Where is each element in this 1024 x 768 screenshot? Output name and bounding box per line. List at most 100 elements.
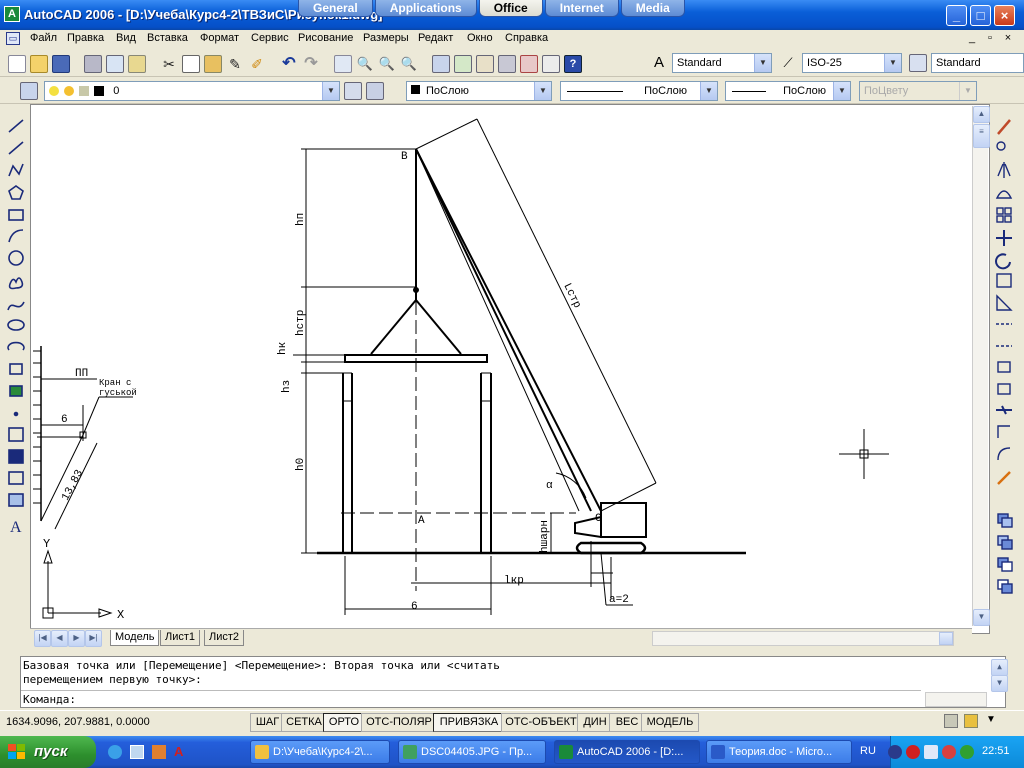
- make-layer-current-icon[interactable]: [344, 82, 362, 100]
- ellipse-icon[interactable]: [7, 319, 25, 331]
- save-icon[interactable]: [52, 55, 70, 73]
- toolbar-lock-icon[interactable]: [964, 714, 978, 728]
- chevron-down-icon[interactable]: ▼: [534, 82, 551, 100]
- grid-toggle[interactable]: СЕТКА: [281, 713, 327, 732]
- zoom-previous-icon[interactable]: 🔍: [400, 55, 418, 73]
- sheet-set-icon[interactable]: [498, 55, 516, 73]
- chamfer-icon[interactable]: [997, 425, 1010, 438]
- app-quicklaunch-icon[interactable]: [152, 745, 166, 759]
- crane-drawing[interactable]: B A C α hп hстр hк hз h0 hшарн Lстр lкр …: [31, 105, 973, 629]
- line-tool-icon[interactable]: [8, 119, 24, 133]
- new-file-icon[interactable]: [8, 55, 26, 73]
- minimize-button[interactable]: _: [946, 5, 967, 26]
- document-icon[interactable]: ▭: [6, 32, 20, 45]
- design-center-icon[interactable]: [454, 55, 472, 73]
- polar-toggle[interactable]: ОТС-ПОЛЯР: [361, 713, 437, 732]
- desktop-quicklaunch-icon[interactable]: [130, 745, 144, 759]
- tool-palettes-icon[interactable]: [476, 55, 494, 73]
- rectangle-icon[interactable]: [8, 209, 24, 221]
- tray-arrow-icon[interactable]: [888, 745, 902, 759]
- rotate-icon[interactable]: [995, 253, 1011, 270]
- array-icon[interactable]: [1004, 215, 1012, 223]
- cmd-scroll-down-button[interactable]: ▼: [991, 675, 1008, 692]
- layer-select[interactable]: 0 ▼: [44, 81, 340, 101]
- match-properties-icon[interactable]: ✎: [226, 55, 244, 73]
- linetype-select[interactable]: ПоСлою ▼: [560, 81, 718, 101]
- chevron-down-icon[interactable]: ▼: [884, 54, 901, 72]
- zoom-window-icon[interactable]: 🔍: [378, 55, 396, 73]
- antivirus-icon[interactable]: [942, 745, 956, 759]
- tab-model[interactable]: Модель: [110, 630, 160, 646]
- tab-layout2[interactable]: Лист2: [204, 630, 245, 646]
- send-under-icon[interactable]: [1001, 583, 1013, 594]
- horizontal-scrollbar[interactable]: [652, 631, 954, 646]
- snap-toggle[interactable]: ШАГ: [250, 713, 285, 732]
- publish-icon[interactable]: [128, 55, 146, 73]
- draw-order-front-icon[interactable]: [1001, 517, 1013, 528]
- doc-minimize-button[interactable]: _: [964, 31, 980, 45]
- insert-block-icon[interactable]: [9, 363, 23, 375]
- dyn-toggle[interactable]: ДИН: [577, 713, 613, 732]
- spline-icon[interactable]: [7, 301, 25, 311]
- hscroll-thumb[interactable]: [939, 632, 953, 645]
- region-icon[interactable]: [8, 471, 24, 485]
- ribbon-tab-applications[interactable]: Applications: [374, 0, 477, 17]
- table-style-icon[interactable]: [909, 54, 927, 72]
- arc-icon[interactable]: [8, 229, 24, 243]
- pan-icon[interactable]: [334, 55, 352, 73]
- coordinates-readout[interactable]: 1634.9096, 207.9881, 0.0000: [6, 714, 246, 730]
- table-icon[interactable]: [8, 493, 24, 507]
- offset-icon[interactable]: [995, 190, 1013, 199]
- menu-tools[interactable]: Сервис: [251, 32, 289, 44]
- menu-insert[interactable]: Вставка: [147, 32, 188, 44]
- cmd-scroll-up-button[interactable]: ▲: [991, 659, 1008, 676]
- mirror-icon[interactable]: [997, 162, 1011, 178]
- redo-icon[interactable]: ↷: [302, 55, 320, 73]
- break-at-point-icon[interactable]: [997, 361, 1011, 373]
- ribbon-tab-general[interactable]: General: [298, 0, 373, 17]
- lineweight-select[interactable]: ПоСлою ▼: [725, 81, 851, 101]
- network-icon[interactable]: [924, 745, 938, 759]
- task-explorer[interactable]: D:\Учеба\Курс4-2\...: [250, 740, 390, 764]
- scale-icon[interactable]: [996, 273, 1012, 288]
- erase-icon[interactable]: [997, 119, 1011, 135]
- move-icon[interactable]: [996, 230, 1012, 246]
- scroll-down-button[interactable]: ▼: [973, 609, 990, 626]
- vertical-scrollbar[interactable]: ▲ ≡ ▼: [972, 106, 990, 626]
- menu-file[interactable]: Файл: [30, 32, 57, 44]
- make-block-icon[interactable]: [9, 385, 23, 397]
- plot-preview-icon[interactable]: [106, 55, 124, 73]
- break-icon[interactable]: [997, 383, 1011, 395]
- command-window[interactable]: Базовая точка или [Перемещение] <Перемещ…: [20, 656, 1008, 708]
- revision-cloud-icon[interactable]: [8, 277, 24, 290]
- block-editor-icon[interactable]: ✐: [248, 55, 266, 73]
- task-image-viewer[interactable]: DSC04405.JPG - Пр...: [398, 740, 546, 764]
- dimension-style-icon[interactable]: ⟋: [779, 54, 797, 72]
- circle-icon[interactable]: [8, 250, 24, 266]
- ribbon-tab-media[interactable]: Media: [620, 0, 685, 17]
- cmd-hscrollbar[interactable]: [925, 692, 987, 707]
- scroll-up-button[interactable]: ▲: [973, 106, 990, 123]
- copy-object-icon[interactable]: [996, 141, 1006, 151]
- ie-quicklaunch-icon[interactable]: [108, 745, 122, 759]
- first-tab-button[interactable]: |◀: [34, 630, 51, 647]
- osnap-toggle[interactable]: ПРИВЯЗКА: [433, 713, 505, 732]
- tab-layout1[interactable]: Лист1: [160, 630, 201, 646]
- markup-icon[interactable]: [520, 55, 538, 73]
- drawing-canvas[interactable]: B A C α hп hстр hк hз h0 hшарн Lстр lкр …: [30, 104, 990, 634]
- menu-window[interactable]: Окно: [467, 32, 493, 44]
- menu-view[interactable]: Вид: [116, 32, 136, 44]
- color-select[interactable]: ПоСлою ▼: [406, 81, 552, 101]
- scroll-thumb[interactable]: ≡: [973, 124, 990, 148]
- stretch-icon[interactable]: [996, 294, 1013, 311]
- status-menu-chevron-icon[interactable]: ▼: [986, 714, 996, 725]
- ortho-toggle[interactable]: ОРТО: [323, 713, 365, 732]
- menu-dimension[interactable]: Размеры: [363, 32, 409, 44]
- task-autocad[interactable]: AutoCAD 2006 - [D:...: [554, 740, 700, 764]
- polygon-icon[interactable]: [8, 185, 24, 200]
- chevron-down-icon[interactable]: ▼: [700, 82, 717, 100]
- task-word[interactable]: Теория.doc - Micro...: [706, 740, 852, 764]
- calculator-icon[interactable]: [542, 55, 560, 73]
- close-button[interactable]: ×: [994, 5, 1015, 26]
- communication-center-icon[interactable]: [944, 714, 958, 728]
